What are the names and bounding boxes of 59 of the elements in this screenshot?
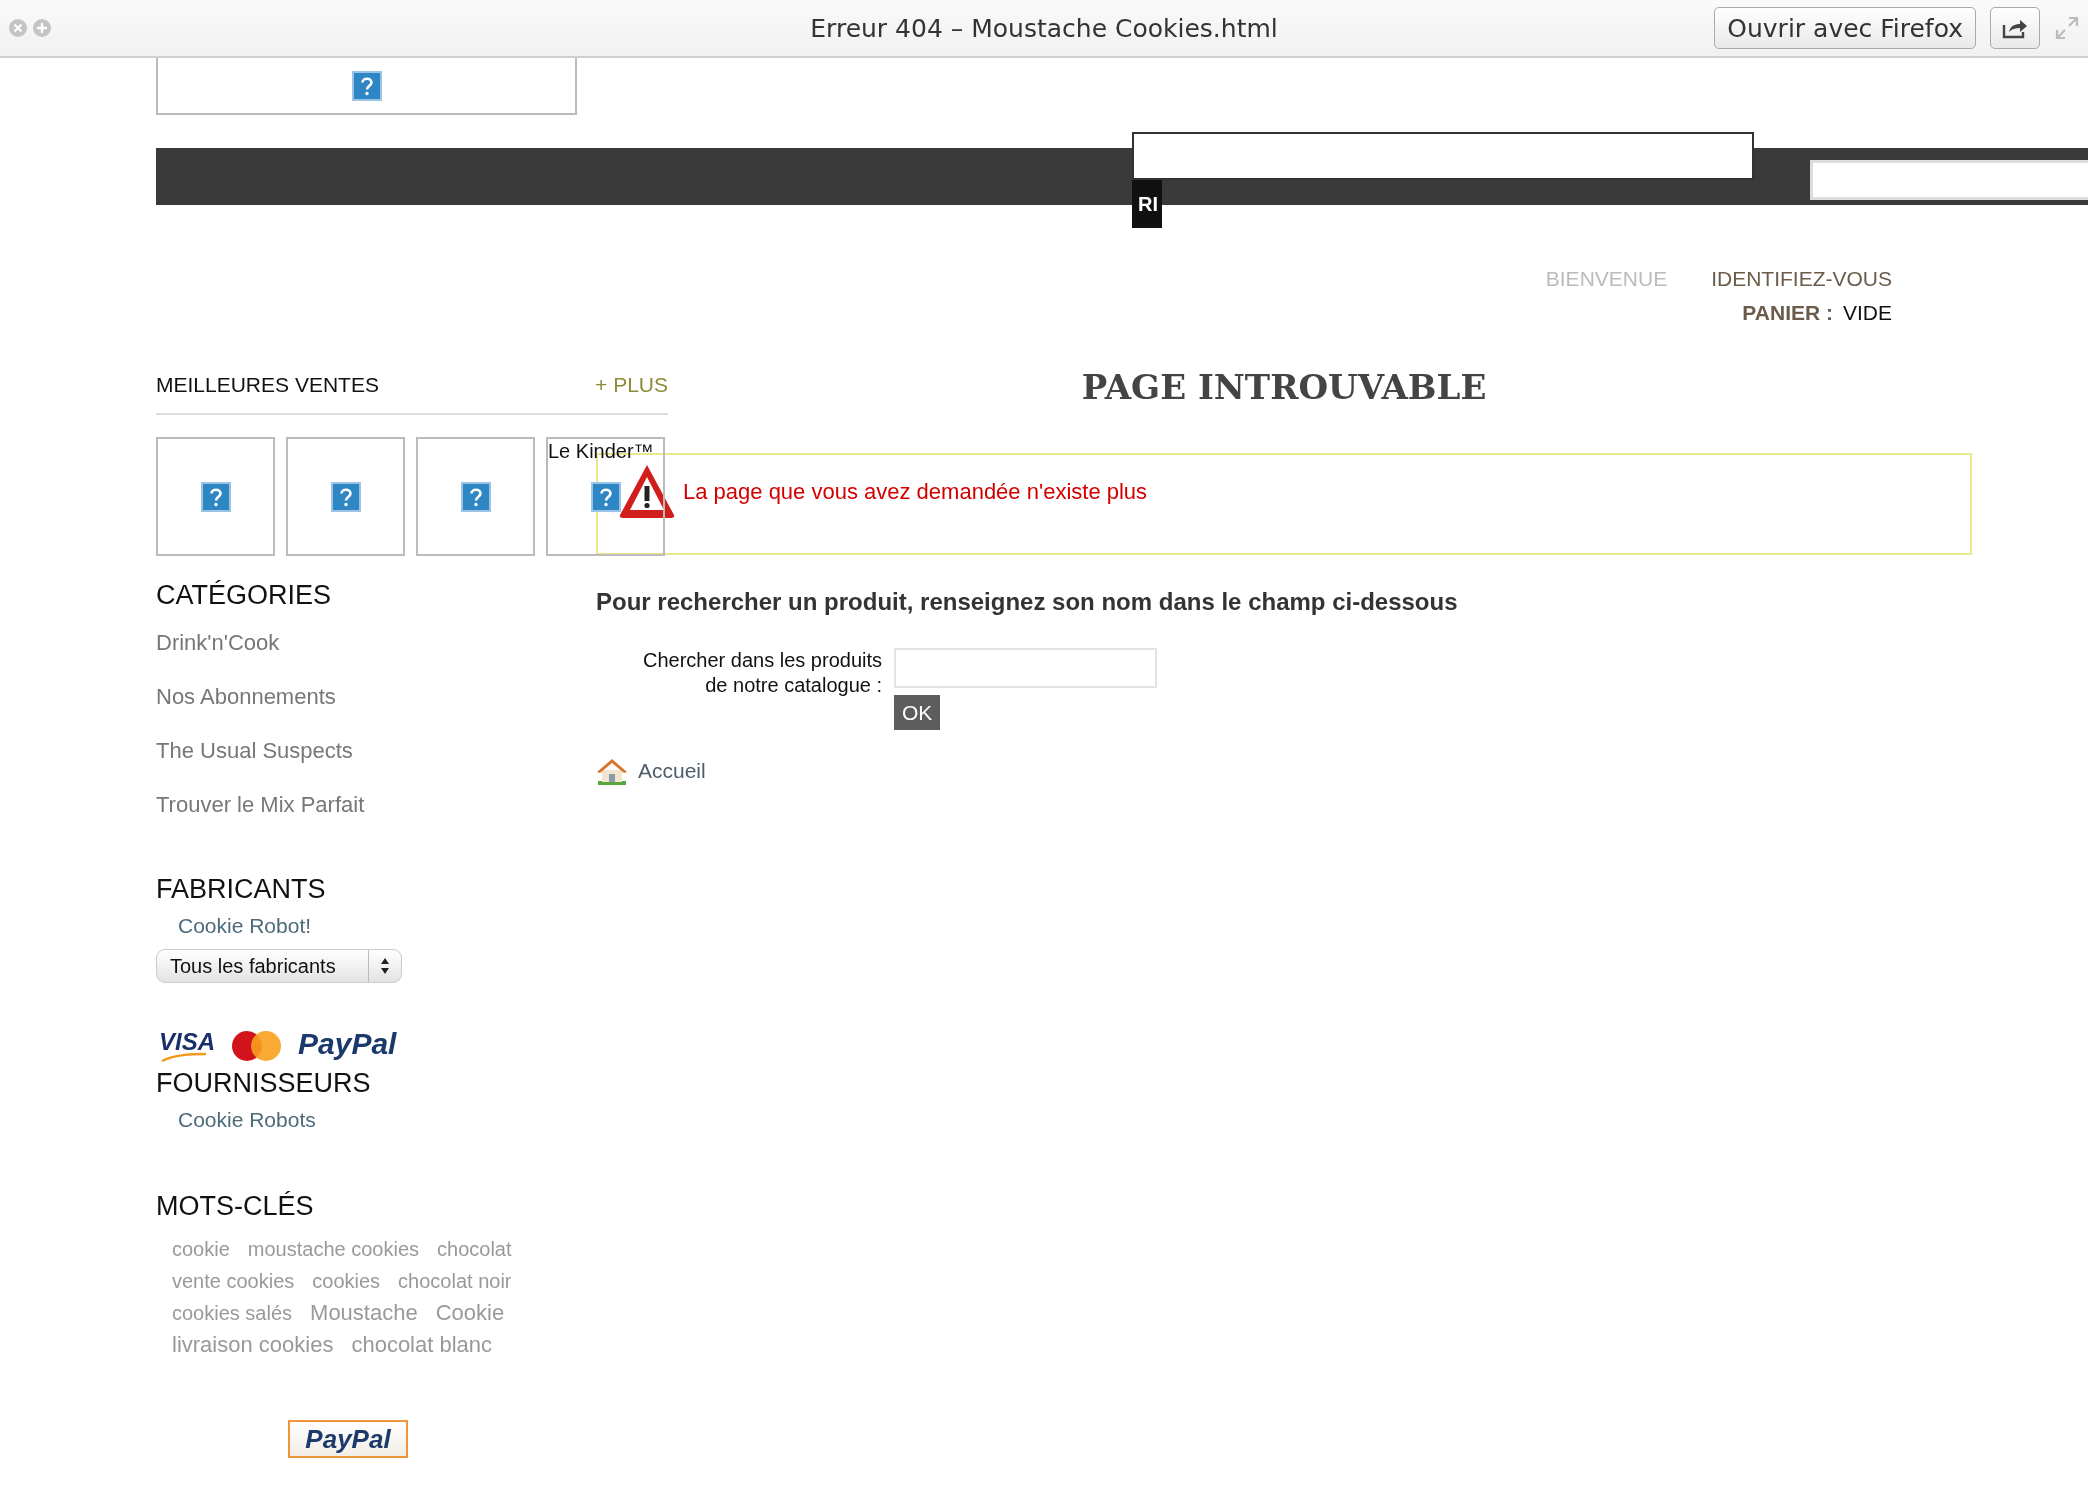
broken-image-icon: [200, 481, 231, 512]
tag-link[interactable]: livraison cookies: [172, 1330, 334, 1360]
broken-image-icon: [351, 70, 382, 101]
product-search-field[interactable]: [894, 648, 1157, 688]
broken-image-icon: [460, 481, 491, 512]
section-title: MEILLEURES VENTES: [156, 372, 379, 398]
page-heading: PAGE INTROUVABLE: [1081, 366, 1487, 409]
cart-label: PANIER :: [1742, 301, 1833, 324]
category-link[interactable]: Drink'n'Cook: [156, 616, 280, 670]
more-link[interactable]: + PLUS: [595, 371, 668, 399]
tag-link[interactable]: cookies: [312, 1266, 381, 1296]
tag-link[interactable]: Moustache: [310, 1298, 418, 1328]
mastercard-logo: [232, 1031, 281, 1061]
category-link[interactable]: Nos Abonnements: [156, 670, 336, 724]
welcome-text: BIENVENUE: [1545, 267, 1668, 290]
house-icon: [596, 757, 628, 785]
tag-link[interactable]: chocolat: [437, 1234, 512, 1264]
tag-link[interactable]: cookies salés: [172, 1298, 293, 1328]
search-instructions: Pour rechercher un produit, renseignez son nom dans le champ ci-dessous: [596, 588, 1459, 616]
category-link[interactable]: Trouver le Mix Parfait: [156, 778, 365, 832]
tag-link[interactable]: chocolat blanc: [351, 1330, 493, 1360]
tag-link[interactable]: moustache cookies: [247, 1234, 419, 1264]
stepper-icon: [380, 957, 390, 975]
error-message: La page que vous avez demandée n'existe plus: [683, 479, 1148, 505]
search-field[interactable]: [1132, 132, 1754, 180]
newsletter-field[interactable]: [1810, 160, 2088, 200]
share-button[interactable]: [1990, 7, 2040, 49]
home-link[interactable]: Accueil: [638, 756, 706, 786]
ok-button[interactable]: OK: [894, 695, 941, 730]
tag-link[interactable]: vente cookies: [172, 1266, 295, 1296]
manufacturer-select[interactable]: Tous les fabricants: [156, 949, 402, 983]
product-thumbnail[interactable]: [416, 437, 535, 556]
tag-link[interactable]: chocolat noir: [398, 1266, 512, 1296]
product-thumbnail[interactable]: [286, 437, 405, 556]
manufacturer-link[interactable]: Cookie Robot!: [156, 911, 312, 941]
section-title: CATÉGORIES: [156, 579, 333, 611]
broken-image-icon: [330, 481, 361, 512]
login-link[interactable]: IDENTIFIEZ-VOUS: [1711, 267, 1892, 290]
product-thumbnail[interactable]: [156, 437, 275, 556]
search-label: Chercher dans les produits de notre catalogue :: [642, 648, 882, 698]
cart-status[interactable]: VIDE: [1843, 301, 1892, 324]
logo-placeholder[interactable]: [156, 58, 577, 115]
section-title: FOURNISSEURS: [156, 1067, 372, 1099]
section-title: MOTS-CLÉS: [156, 1190, 315, 1222]
section-title: FABRICANTS: [156, 873, 327, 905]
broken-image-icon: [590, 481, 621, 512]
share-icon: [2001, 17, 2029, 39]
paypal-logo: PayPal: [298, 1027, 397, 1060]
supplier-link[interactable]: Cookie Robots: [156, 1105, 316, 1135]
product-name[interactable]: Le Kinder™: [548, 439, 654, 463]
open-with-button[interactable]: Ouvrir avec Firefox: [1714, 7, 1976, 49]
product-thumbnail[interactable]: Le Kinder™: [546, 437, 665, 556]
search-button[interactable]: RI: [1132, 180, 1162, 228]
tag-link[interactable]: Cookie: [435, 1298, 505, 1328]
window-title: Erreur 404 – Moustache Cookies.html: [810, 13, 1278, 43]
category-link[interactable]: The Usual Suspects: [156, 724, 353, 778]
tag-link[interactable]: cookie: [172, 1234, 230, 1264]
visa-logo: VISA: [159, 1028, 215, 1063]
paypal-badge[interactable]: PayPal: [288, 1420, 408, 1458]
